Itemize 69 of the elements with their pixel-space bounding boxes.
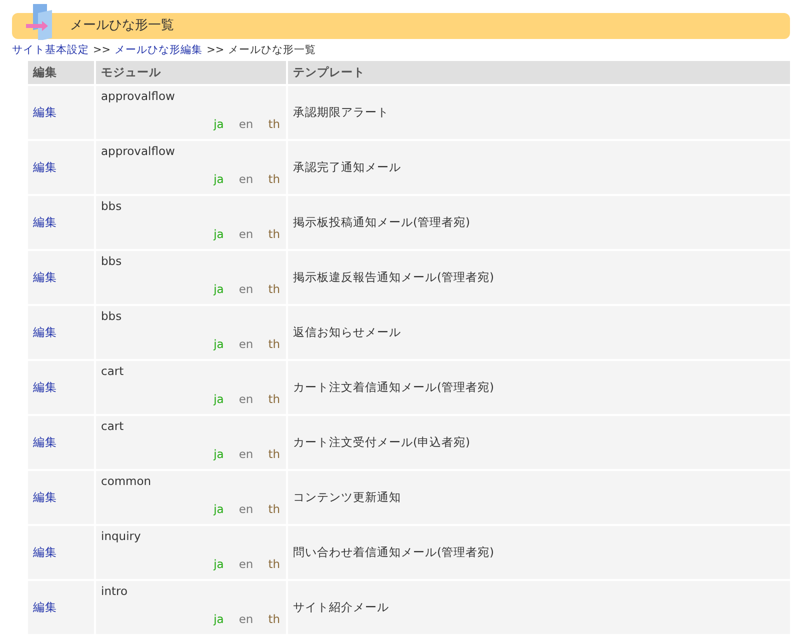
language-link[interactable]: th [268,281,280,298]
breadcrumb-text: メールひな形一覧 [228,42,316,58]
module-name: bbs [101,253,122,270]
template-name: 掲示板投稿通知メール(管理者宛) [293,214,470,229]
module-name: bbs [101,198,122,215]
language-link[interactable]: en [238,336,254,354]
breadcrumb-text: >> [93,42,111,58]
column-header: モジュール [96,61,286,84]
breadcrumb-link[interactable]: サイト基本設定 [12,42,89,58]
language-link[interactable]: en [238,116,254,134]
language-link[interactable]: en [238,281,254,298]
edit-link[interactable]: 編集 [33,544,57,559]
language-link[interactable]: en [238,446,254,464]
language-link[interactable]: th [268,336,280,354]
breadcrumb-link[interactable]: メールひな形編集 [114,42,203,58]
template-name: コンテンツ更新通知 [293,490,401,504]
language-link[interactable]: en [238,171,254,188]
module-name: inquiry [101,528,141,545]
edit-link[interactable]: 編集 [33,104,57,119]
language-link[interactable]: ja [214,171,224,188]
language-link[interactable]: ja [214,391,224,408]
language-link[interactable]: th [268,501,280,518]
module-name: intro [101,583,128,600]
column-header: テンプレート [288,61,790,84]
language-link[interactable]: th [268,116,280,134]
language-link[interactable]: ja [214,446,224,464]
language-link[interactable]: ja [214,611,224,628]
language-link[interactable]: th [268,611,280,628]
edit-link[interactable]: 編集 [33,270,57,284]
language-link[interactable]: en [238,226,254,244]
language-link[interactable]: en [238,556,254,574]
language-link[interactable]: th [268,226,280,244]
page-title: メールひな形一覧 [70,17,174,36]
template-name: 承認完了通知メール [293,160,401,174]
language-link[interactable]: th [268,446,280,464]
language-link[interactable]: en [238,391,254,408]
language-link[interactable]: ja [214,556,224,574]
module-name: common [101,473,152,490]
breadcrumb-text: >> [206,42,224,58]
edit-link[interactable]: 編集 [33,380,57,394]
template-name: 問い合わせ着信通知メール(管理者宛) [293,544,494,559]
language-link[interactable]: th [268,556,280,574]
template-name: カート注文受付メール(申込者宛) [293,434,470,449]
language-link[interactable]: ja [214,501,224,518]
column-header: 編集 [28,61,94,84]
module-name: cart [101,363,124,380]
module-name: approvalflow [101,88,175,105]
module-name: approvalflow [101,143,175,160]
language-link[interactable]: ja [214,336,224,354]
language-link[interactable]: th [268,171,280,188]
edit-link[interactable]: 編集 [33,490,57,504]
language-link[interactable]: en [238,501,254,518]
template-name: サイト紹介メール [293,600,389,614]
language-link[interactable]: th [268,391,280,408]
edit-link[interactable]: 編集 [33,324,57,339]
edit-link[interactable]: 編集 [33,160,57,174]
module-name: cart [101,418,124,435]
template-name: 返信お知らせメール [293,324,401,339]
template-name: カート注文着信通知メール(管理者宛) [293,380,494,394]
edit-link[interactable]: 編集 [33,434,57,449]
edit-link[interactable]: 編集 [33,600,57,614]
language-link[interactable]: ja [214,281,224,298]
module-name: bbs [101,308,122,325]
language-link[interactable]: ja [214,226,224,244]
edit-link[interactable]: 編集 [33,214,57,229]
template-name: 承認期限アラート [293,104,389,119]
template-name: 掲示板違反報告通知メール(管理者宛) [293,270,494,284]
language-link[interactable]: ja [214,116,224,134]
language-link[interactable]: en [238,611,254,628]
